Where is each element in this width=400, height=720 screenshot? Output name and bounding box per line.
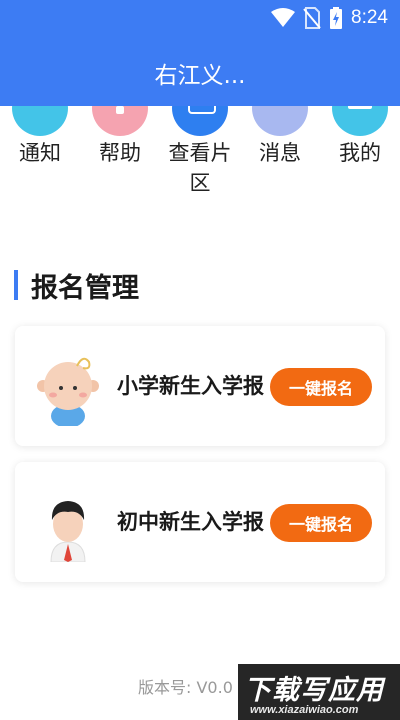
watermark-text: 下载写应用 — [244, 675, 384, 706]
baby-avatar-icon — [37, 357, 99, 426]
boy-avatar-icon — [50, 501, 86, 562]
status-icons: 8:24 — [271, 7, 388, 29]
wifi-icon — [271, 8, 296, 27]
nav-item-notice[interactable]: 通知 — [0, 138, 80, 168]
section-accent-bar — [14, 270, 18, 300]
page-title: 右江义... — [154, 63, 246, 89]
version-label: 版本号: V0.0 — [138, 678, 233, 697]
one-click-register-button[interactable]: 一键报名 — [270, 368, 372, 406]
section-title: 报名管理 — [31, 273, 139, 304]
one-click-register-button[interactable]: 一键报名 — [270, 504, 372, 542]
nav-item-message[interactable]: 消息 — [240, 138, 320, 168]
card-title: 初中新生入学报 — [117, 510, 264, 534]
status-time: 8:24 — [351, 7, 388, 28]
title-bar: 右江义... — [0, 36, 400, 106]
watermark-url: www.xiazaiwiao.com — [250, 704, 359, 716]
no-sim-icon — [303, 7, 321, 29]
status-bar: 8:24 — [0, 0, 400, 36]
battery-charging-icon — [330, 7, 343, 29]
nav-item-profile[interactable]: 我的 — [320, 138, 400, 168]
card-title: 小学新生入学报 — [117, 374, 264, 398]
nav-item-area[interactable]: 查看片区 — [160, 138, 240, 198]
registration-card-secondary[interactable]: 初中新生入学报 一键报名 — [15, 462, 385, 582]
registration-card-primary[interactable]: 小学新生入学报 一键报名 — [15, 326, 385, 446]
watermark: 下载写应用 www.xiazaiwiao.com — [238, 664, 400, 720]
nav-item-help[interactable]: 帮助 — [80, 138, 160, 168]
